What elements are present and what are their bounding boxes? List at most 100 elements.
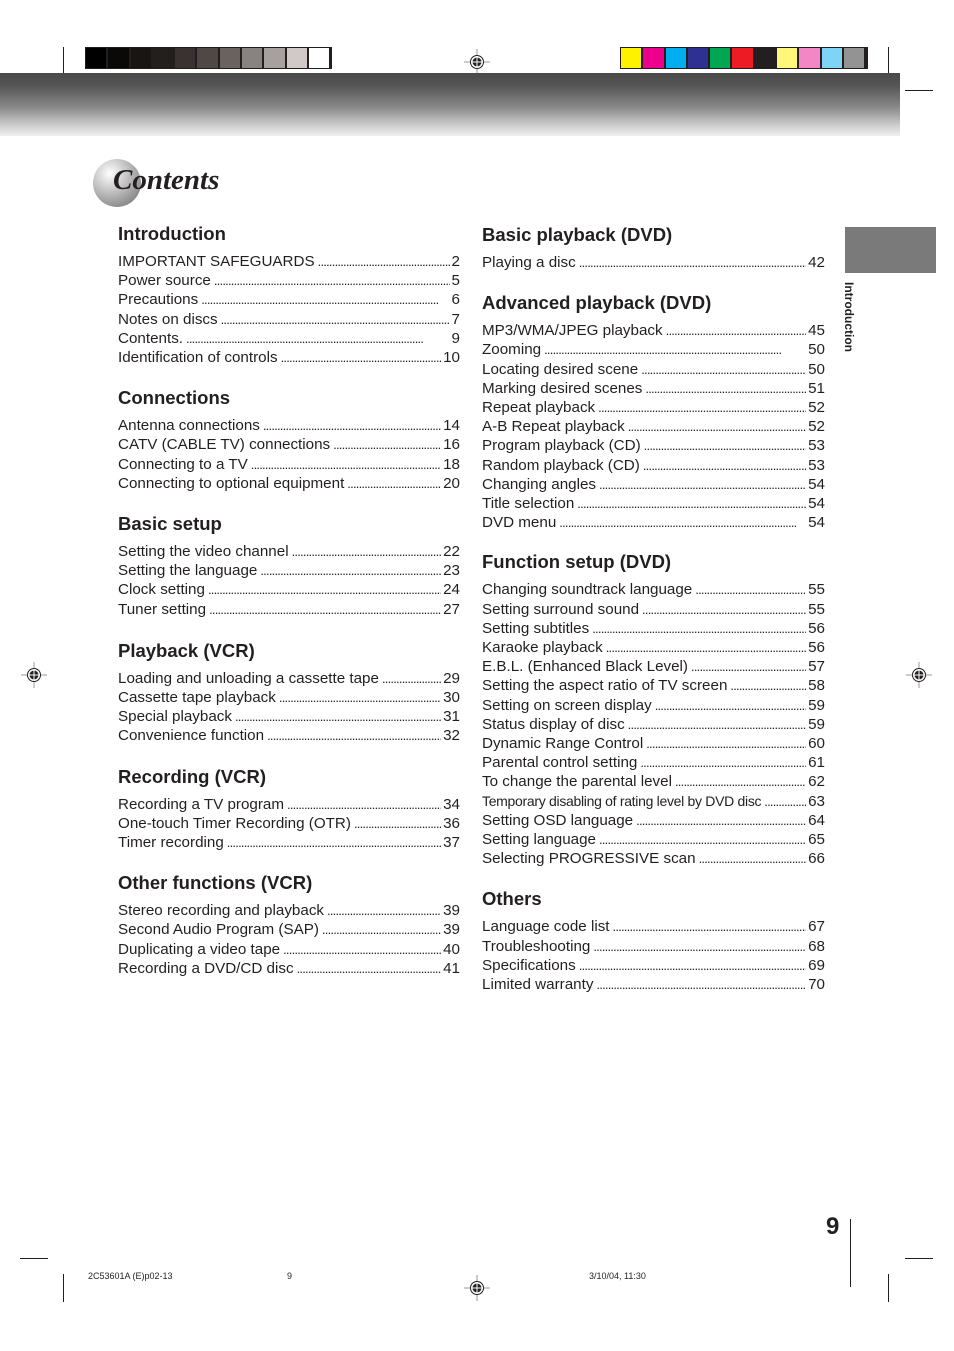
- toc-entry[interactable]: Setting the video channel 22: [118, 542, 460, 561]
- toc-entry-page: 54: [808, 475, 825, 493]
- toc-section-title: Basic setup: [118, 513, 222, 535]
- header-banner: [0, 73, 900, 136]
- toc-entry[interactable]: IMPORTANT SAFEGUARDS 2: [118, 252, 460, 271]
- toc-entry[interactable]: Timer recording 37: [118, 833, 460, 852]
- dot-leader: [644, 436, 806, 455]
- dot-leader: [333, 435, 441, 454]
- toc-entry-label: Second Audio Program (SAP): [118, 921, 319, 939]
- toc-entry-page: 32: [443, 727, 460, 745]
- crop-mark: [905, 90, 933, 91]
- toc-entry-label: Language code list: [482, 918, 610, 936]
- dot-leader: [235, 707, 441, 726]
- toc-entry-label: To change the parental level: [482, 773, 672, 791]
- dot-leader: [579, 956, 806, 975]
- toc-entry[interactable]: Troubleshooting 68: [482, 937, 825, 956]
- toc-entry-label: Special playback: [118, 708, 232, 726]
- toc-section-title: Connections: [118, 387, 231, 409]
- toc-entry-page: 2: [451, 253, 460, 270]
- toc-entry[interactable]: Specifications 69: [482, 956, 825, 975]
- toc-entry[interactable]: Power source 5: [118, 271, 460, 290]
- toc-entry[interactable]: Repeat playback 52: [482, 398, 825, 417]
- dot-leader: [666, 321, 806, 340]
- color-swatch: [130, 48, 151, 68]
- toc-entry-label: Notes on discs: [118, 310, 218, 328]
- toc-entry[interactable]: Identification of controls 10: [118, 348, 460, 367]
- toc-entry[interactable]: Setting the aspect ratio of TV screen 58: [482, 676, 825, 695]
- toc-entry[interactable]: Second Audio Program (SAP) 39: [118, 920, 460, 939]
- dot-leader: [354, 814, 441, 833]
- dot-leader: [201, 290, 449, 309]
- toc-entry[interactable]: Playing a disc 42: [482, 253, 825, 272]
- toc-entry-label: Dynamic Range Control: [482, 735, 644, 753]
- toc-entry-label: Setting subtitles: [482, 619, 590, 637]
- toc-entry[interactable]: Changing angles 54: [482, 475, 825, 494]
- toc-entry-label: Setting the video channel: [118, 543, 289, 561]
- toc-entry[interactable]: Setting subtitles 56: [482, 619, 825, 638]
- toc-entry[interactable]: Contents. 9: [118, 329, 460, 348]
- toc-entry-page: 60: [808, 735, 825, 753]
- toc-entry[interactable]: Notes on discs 7: [118, 310, 460, 329]
- crop-mark: [888, 47, 889, 75]
- toc-entry[interactable]: Stereo recording and playback 39: [118, 901, 460, 920]
- dot-leader: [221, 310, 450, 329]
- toc-entry[interactable]: Special playback 31: [118, 707, 460, 726]
- toc-section: Other functions (VCR) Stereo recording an…: [118, 872, 460, 978]
- color-swatch: [242, 48, 263, 68]
- toc-entry-page: 70: [808, 976, 825, 994]
- toc-entry[interactable]: Connecting to a TV 18: [118, 455, 460, 474]
- crop-mark: [888, 1274, 889, 1302]
- toc-entry[interactable]: Recording a TV program 34: [118, 795, 460, 814]
- toc-entry[interactable]: Setting the language 23: [118, 561, 460, 580]
- toc-entry[interactable]: Tuner setting 27: [118, 600, 460, 619]
- toc-entry[interactable]: Loading and unloading a cassette tape 29: [118, 669, 460, 688]
- toc-entry-label: CATV (CABLE TV) connections: [118, 436, 331, 454]
- dot-leader: [675, 772, 806, 791]
- toc-entry[interactable]: Duplicating a video tape 40: [118, 940, 460, 959]
- toc-entry[interactable]: DVD menu 54: [482, 513, 825, 532]
- toc-entry[interactable]: Program playback (CD) 53: [482, 436, 825, 455]
- toc-entry[interactable]: Connecting to optional equipment 20: [118, 474, 460, 493]
- toc-entry-page: 22: [443, 543, 460, 561]
- toc-entry[interactable]: Dynamic Range Control 60: [482, 734, 825, 753]
- toc-section: Recording (VCR)Recording a TV program34O…: [118, 766, 460, 853]
- toc-entry[interactable]: Zooming 50: [482, 340, 825, 359]
- toc-entry[interactable]: Changing soundtrack language 55: [482, 580, 825, 599]
- toc-entry[interactable]: Recording a DVD/CD disc 41: [118, 959, 460, 978]
- toc-entry[interactable]: Temporary disabling of rating level by D…: [482, 792, 825, 811]
- toc-entry[interactable]: Cassette tape playback 30: [118, 688, 460, 707]
- toc-entry[interactable]: Locating desired scene 50: [482, 360, 825, 379]
- toc-entry[interactable]: E.B.L. (Enhanced Black Level) 57: [482, 657, 825, 676]
- dot-leader: [642, 600, 806, 619]
- toc-entry-page: 68: [808, 937, 825, 955]
- dot-leader: [593, 937, 806, 956]
- toc-entry[interactable]: A-B Repeat playback 52: [482, 417, 825, 436]
- toc-entry[interactable]: One-touch Timer Recording (OTR) 36: [118, 814, 460, 833]
- toc-entry[interactable]: Status display of disc 59: [482, 715, 825, 734]
- toc-entry[interactable]: Convenience function 32: [118, 726, 460, 745]
- toc-entry[interactable]: Setting language 65: [482, 830, 825, 849]
- toc-entry[interactable]: Karaoke playback 56: [482, 638, 825, 657]
- toc-entry[interactable]: Precautions 6: [118, 290, 460, 309]
- toc-section-title: Playback (VCR): [118, 639, 255, 661]
- toc-entry[interactable]: MP3/WMA/JPEG playback 45: [482, 321, 825, 340]
- toc-entry-page: 54: [808, 495, 825, 513]
- toc-entry[interactable]: Selecting PROGRESSIVE scan 66: [482, 849, 825, 868]
- toc-entry[interactable]: Limited warranty 70: [482, 975, 825, 994]
- toc-entry[interactable]: Clock setting 24: [118, 580, 460, 599]
- toc-entry[interactable]: Setting OSD language 64: [482, 811, 825, 830]
- color-swatch: [732, 48, 753, 68]
- toc-entry[interactable]: Setting surround sound 55: [482, 600, 825, 619]
- toc-entry[interactable]: To change the parental level 62: [482, 772, 825, 791]
- toc-entry[interactable]: Setting on screen display 59: [482, 696, 825, 715]
- toc-entry[interactable]: Random playback (CD) 53: [482, 456, 825, 475]
- toc-entry[interactable]: Title selection 54: [482, 494, 825, 513]
- toc-entry[interactable]: Marking desired scenes 51: [482, 379, 825, 398]
- toc-entry-label: Changing angles: [482, 475, 596, 493]
- toc-entry[interactable]: Language code list 67: [482, 917, 825, 936]
- toc-entry[interactable]: CATV (CABLE TV) connections 16: [118, 435, 460, 454]
- section-tab-label: Introduction: [842, 282, 856, 352]
- toc-entry[interactable]: Antenna connections 14: [118, 416, 460, 435]
- toc-section: IntroductionIMPORTANT SAFEGUARDS2Power s…: [118, 223, 460, 367]
- toc-entry[interactable]: Parental control setting 61: [482, 753, 825, 772]
- toc-section-title: Others: [482, 888, 542, 910]
